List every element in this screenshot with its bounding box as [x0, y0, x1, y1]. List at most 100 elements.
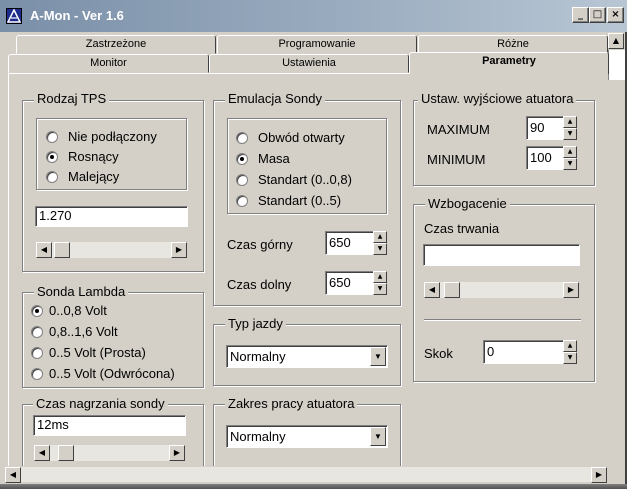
radio-label: Standart (0..5): [258, 193, 342, 208]
radio-label: Obwód otwarty: [258, 130, 345, 145]
chevron-down-icon[interactable]: ▼: [370, 427, 386, 446]
arrow-up-icon[interactable]: ▲: [373, 271, 387, 283]
radio-05-odwrocona[interactable]: [31, 368, 43, 380]
arrow-up-icon: ▲: [612, 36, 620, 45]
arrow-right-icon[interactable]: ▶: [169, 445, 185, 461]
arrow-down-icon[interactable]: ▼: [373, 283, 387, 295]
slider-thumb[interactable]: [444, 282, 460, 298]
maximum-stepper[interactable]: ▲ ▼: [563, 116, 577, 140]
czas-nagrzania-title: Czas nagrzania sondy: [33, 396, 168, 411]
window-frame-bottom: [0, 484, 627, 489]
typ-jazdy-title: Typ jazdy: [225, 316, 286, 331]
divider: [424, 319, 581, 321]
arrow-left-icon[interactable]: ◀: [5, 467, 21, 483]
minimum-label: MINIMUM: [427, 152, 486, 167]
minimum-stepper[interactable]: ▲ ▼: [563, 146, 577, 170]
czas-trwania-label: Czas trwania: [424, 221, 500, 236]
radio-nie-podlaczony[interactable]: [46, 131, 58, 143]
czas-gorny-label: Czas górny: [227, 237, 293, 252]
tab-parametry[interactable]: Parametry: [409, 52, 609, 74]
radio-obwod-otwarty[interactable]: [236, 132, 248, 144]
skok-label: Skok: [424, 346, 453, 361]
slider-thumb[interactable]: [54, 242, 70, 258]
arrow-up-icon[interactable]: ▲: [563, 116, 577, 128]
radio-malejacy[interactable]: [46, 171, 58, 183]
arrow-down-icon[interactable]: ▼: [563, 128, 577, 140]
scroll-corner: [608, 466, 625, 483]
arrow-up-icon[interactable]: ▲: [563, 146, 577, 158]
arrow-left-icon[interactable]: ◀: [36, 242, 52, 258]
zakres-pracy-title: Zakres pracy atuatora: [225, 396, 358, 411]
emulacja-title: Emulacja Sondy: [225, 91, 325, 106]
radio-05-prosta[interactable]: [31, 347, 43, 359]
radio-label: Standart (0..0,8): [258, 172, 352, 187]
czas-gorny-stepper[interactable]: ▲ ▼: [373, 231, 387, 255]
maximum-label: MAXIMUM: [427, 122, 490, 137]
close-button[interactable]: ×: [607, 7, 624, 23]
minimize-icon: _: [578, 9, 583, 20]
arrow-down-icon[interactable]: ▼: [563, 158, 577, 170]
ustaw-wyjsciowe-group: [413, 100, 595, 186]
radio-label: Malejący: [68, 169, 120, 184]
typ-jazdy-select[interactable]: Normalny ▼: [226, 345, 388, 368]
tab-ustawienia[interactable]: Ustawienia: [209, 54, 409, 73]
tab-programowanie[interactable]: Programowanie: [217, 35, 417, 54]
radio-0-08[interactable]: [31, 305, 43, 317]
chevron-down-icon[interactable]: ▼: [370, 347, 386, 366]
rodzaj-tps-title: Rodzaj TPS: [34, 91, 110, 106]
radio-label: 0..5 Volt (Odwrócona): [49, 366, 175, 381]
czas-nagrzania-field[interactable]: 12ms: [33, 415, 186, 436]
czas-trwania-field[interactable]: [423, 244, 580, 266]
maximize-button[interactable]: □: [589, 7, 606, 23]
radio-masa[interactable]: [236, 153, 248, 165]
maximize-icon: □: [592, 9, 603, 20]
radio-standart-08[interactable]: [236, 174, 248, 186]
tab-monitor[interactable]: Monitor: [8, 54, 209, 73]
tps-value-field[interactable]: 1.270: [35, 206, 188, 227]
wzbogacenie-title: Wzbogacenie: [425, 196, 510, 211]
arrow-up-icon[interactable]: ▲: [373, 231, 387, 243]
scroll-up-button[interactable]: ▲: [608, 33, 624, 49]
ustaw-wyjsciowe-title: Ustaw. wyjściowe atuatora: [418, 91, 577, 106]
radio-08-16[interactable]: [31, 326, 43, 338]
czas-dolny-stepper[interactable]: ▲ ▼: [373, 271, 387, 295]
tps-slider[interactable]: ◀ ▶: [35, 241, 188, 259]
tab-zastrzezone[interactable]: Zastrzeżone: [16, 35, 216, 54]
arrow-down-icon[interactable]: ▼: [563, 352, 577, 364]
typ-jazdy-value: Normalny: [230, 349, 286, 364]
maximum-field[interactable]: 90: [526, 116, 564, 140]
radio-standart-5[interactable]: [236, 195, 248, 207]
window-title: A-Mon - Ver 1.6: [30, 8, 124, 23]
arrow-right-icon[interactable]: ▶: [591, 467, 607, 483]
sonda-lambda-title: Sonda Lambda: [34, 284, 129, 299]
radio-label: Masa: [258, 151, 290, 166]
arrow-left-icon[interactable]: ◀: [424, 282, 440, 298]
radio-label: 0..5 Volt (Prosta): [49, 345, 146, 360]
window-hscrollbar[interactable]: ◀ ▶: [4, 466, 608, 483]
arrow-up-icon[interactable]: ▲: [563, 340, 577, 352]
arrow-right-icon[interactable]: ▶: [563, 282, 579, 298]
zakres-pracy-value: Normalny: [230, 429, 286, 444]
close-icon: ×: [611, 9, 620, 20]
radio-rosnacy[interactable]: [46, 151, 58, 163]
radio-label: Nie podłączony: [68, 129, 157, 144]
radio-label: 0..0,8 Volt: [49, 303, 107, 318]
minimum-field[interactable]: 100: [526, 146, 564, 170]
skok-stepper[interactable]: ▲ ▼: [563, 340, 577, 364]
slider-thumb[interactable]: [58, 445, 74, 461]
czas-trwania-slider[interactable]: ◀ ▶: [423, 281, 580, 299]
minimize-button[interactable]: _: [572, 7, 589, 23]
czas-dolny-label: Czas dolny: [227, 277, 292, 292]
radio-label: 0,8..1,6 Volt: [49, 324, 118, 339]
zakres-pracy-select[interactable]: Normalny ▼: [226, 425, 388, 448]
arrow-right-icon[interactable]: ▶: [171, 242, 187, 258]
arrow-down-icon[interactable]: ▼: [373, 243, 387, 255]
app-icon[interactable]: [6, 8, 22, 24]
arrow-left-icon[interactable]: ◀: [34, 445, 50, 461]
radio-label: Rosnący: [68, 149, 119, 164]
czas-dolny-field[interactable]: 650: [325, 271, 374, 295]
vertical-scrollbar-track[interactable]: [608, 50, 625, 80]
skok-field[interactable]: 0: [483, 340, 564, 364]
czas-gorny-field[interactable]: 650: [325, 231, 374, 255]
czas-nagrzania-slider[interactable]: ◀ ▶: [33, 444, 186, 462]
